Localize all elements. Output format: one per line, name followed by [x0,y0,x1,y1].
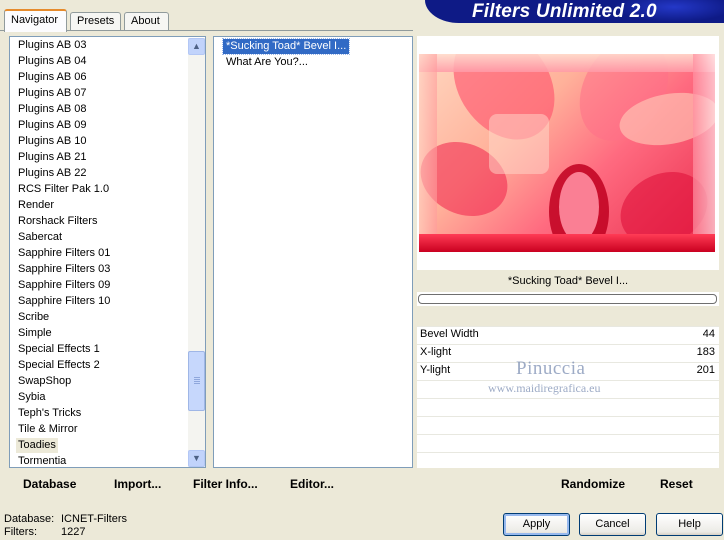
category-item[interactable]: Special Effects 2 [16,358,102,373]
progress-bar [418,294,717,304]
param-label: Bevel Width [420,328,479,340]
category-item[interactable]: Teph's Tricks [16,406,83,421]
category-item[interactable]: Plugins AB 06 [16,70,89,85]
reset-button[interactable]: Reset [660,477,693,491]
category-item[interactable]: SwapShop [16,374,73,389]
tab-about[interactable]: About [124,12,169,31]
toolbar-left: Database Import... Filter Info... Editor… [9,470,413,498]
tab-presets[interactable]: Presets [70,12,121,31]
status-filters-label: Filters: [4,526,37,538]
category-item[interactable]: Sapphire Filters 01 [16,246,112,261]
preview-panel: *Sucking Toad* Bevel I... Bevel Width 44… [417,36,719,468]
category-item[interactable]: Plugins AB 09 [16,118,89,133]
status-info: Database: ICNET-Filters Filters: 1227 [4,513,127,539]
param-value[interactable]: 44 [703,328,715,340]
param-value[interactable]: 183 [697,346,715,358]
category-list[interactable]: Plugins AB 03 Plugins AB 04 Plugins AB 06 P… [9,36,206,468]
status-database-label: Database: [4,513,55,525]
category-item[interactable]: Plugins AB 21 [16,150,89,165]
category-item[interactable]: Render [16,198,56,213]
param-bevel-width[interactable]: Bevel Width 44 [417,326,719,343]
category-item[interactable]: Rorshack Filters [16,214,99,229]
category-item[interactable]: Plugins AB 10 [16,134,89,149]
category-item[interactable]: Special Effects 1 [16,342,102,357]
param-empty [417,434,719,451]
filter-name-display: *Sucking Toad* Bevel I... [417,270,719,292]
randomize-button[interactable]: Randomize [561,477,625,491]
preview-image [419,54,715,252]
status-filters-value: 1227 [61,526,86,538]
param-value[interactable]: 201 [697,364,715,376]
category-item[interactable]: Sabercat [16,230,64,245]
watermark-title: Pinuccia [516,358,586,379]
category-item[interactable]: Sapphire Filters 09 [16,278,112,293]
category-scrollbar[interactable]: ▲ ▼ [188,38,205,467]
database-button[interactable]: Database [23,477,76,491]
category-item[interactable]: Plugins AB 07 [16,86,89,101]
scroll-down-button[interactable]: ▼ [188,450,205,467]
watermark-url: www.maidiregrafica.eu [488,381,601,395]
tab-about-label: About [131,15,160,27]
cancel-button[interactable]: Cancel [579,513,646,536]
preview-area [417,36,719,267]
param-empty [417,452,719,468]
status-database-value: ICNET-Filters [61,513,127,525]
category-item[interactable]: Sapphire Filters 03 [16,262,112,277]
category-item[interactable]: Plugins AB 08 [16,102,89,117]
category-item[interactable]: Tormentia [16,454,68,469]
tab-navigator[interactable]: Navigator [4,9,67,32]
category-item[interactable]: Plugins AB 04 [16,54,89,69]
category-item[interactable]: Scribe [16,310,51,325]
param-empty [417,398,719,415]
tab-navigator-label: Navigator [11,14,59,26]
category-item[interactable]: Plugins AB 22 [16,166,89,181]
filter-item[interactable]: What Are You?... [223,55,311,70]
category-item[interactable]: Tile & Mirror [16,422,79,437]
category-item[interactable]: Sapphire Filters 10 [16,294,112,309]
help-button[interactable]: Help [656,513,723,536]
param-label: X-light [420,346,452,358]
editor-button[interactable]: Editor... [290,477,334,491]
tab-presets-label: Presets [77,15,115,27]
filter-info-button[interactable]: Filter Info... [193,477,258,491]
category-item[interactable]: Simple [16,326,54,341]
import-button[interactable]: Import... [114,477,161,491]
toolbar-right: Randomize Reset [417,470,719,498]
apply-button[interactable]: Apply [503,513,570,536]
param-empty [417,416,719,433]
spacer [417,306,719,326]
filter-item[interactable]: *Sucking Toad* Bevel I... [221,38,351,55]
category-item[interactable]: RCS Filter Pak 1.0 [16,182,111,197]
scroll-up-button[interactable]: ▲ [188,38,205,55]
filter-list[interactable]: *Sucking Toad* Bevel I... What Are You?.… [213,36,413,468]
app-title: Filters Unlimited 2.0 [472,1,657,22]
category-item[interactable]: Sybia [16,390,48,405]
category-item[interactable]: Toadies [16,438,58,453]
scroll-thumb[interactable] [188,351,205,411]
category-item[interactable]: Plugins AB 03 [16,38,89,53]
param-label: Y-light [420,364,451,376]
